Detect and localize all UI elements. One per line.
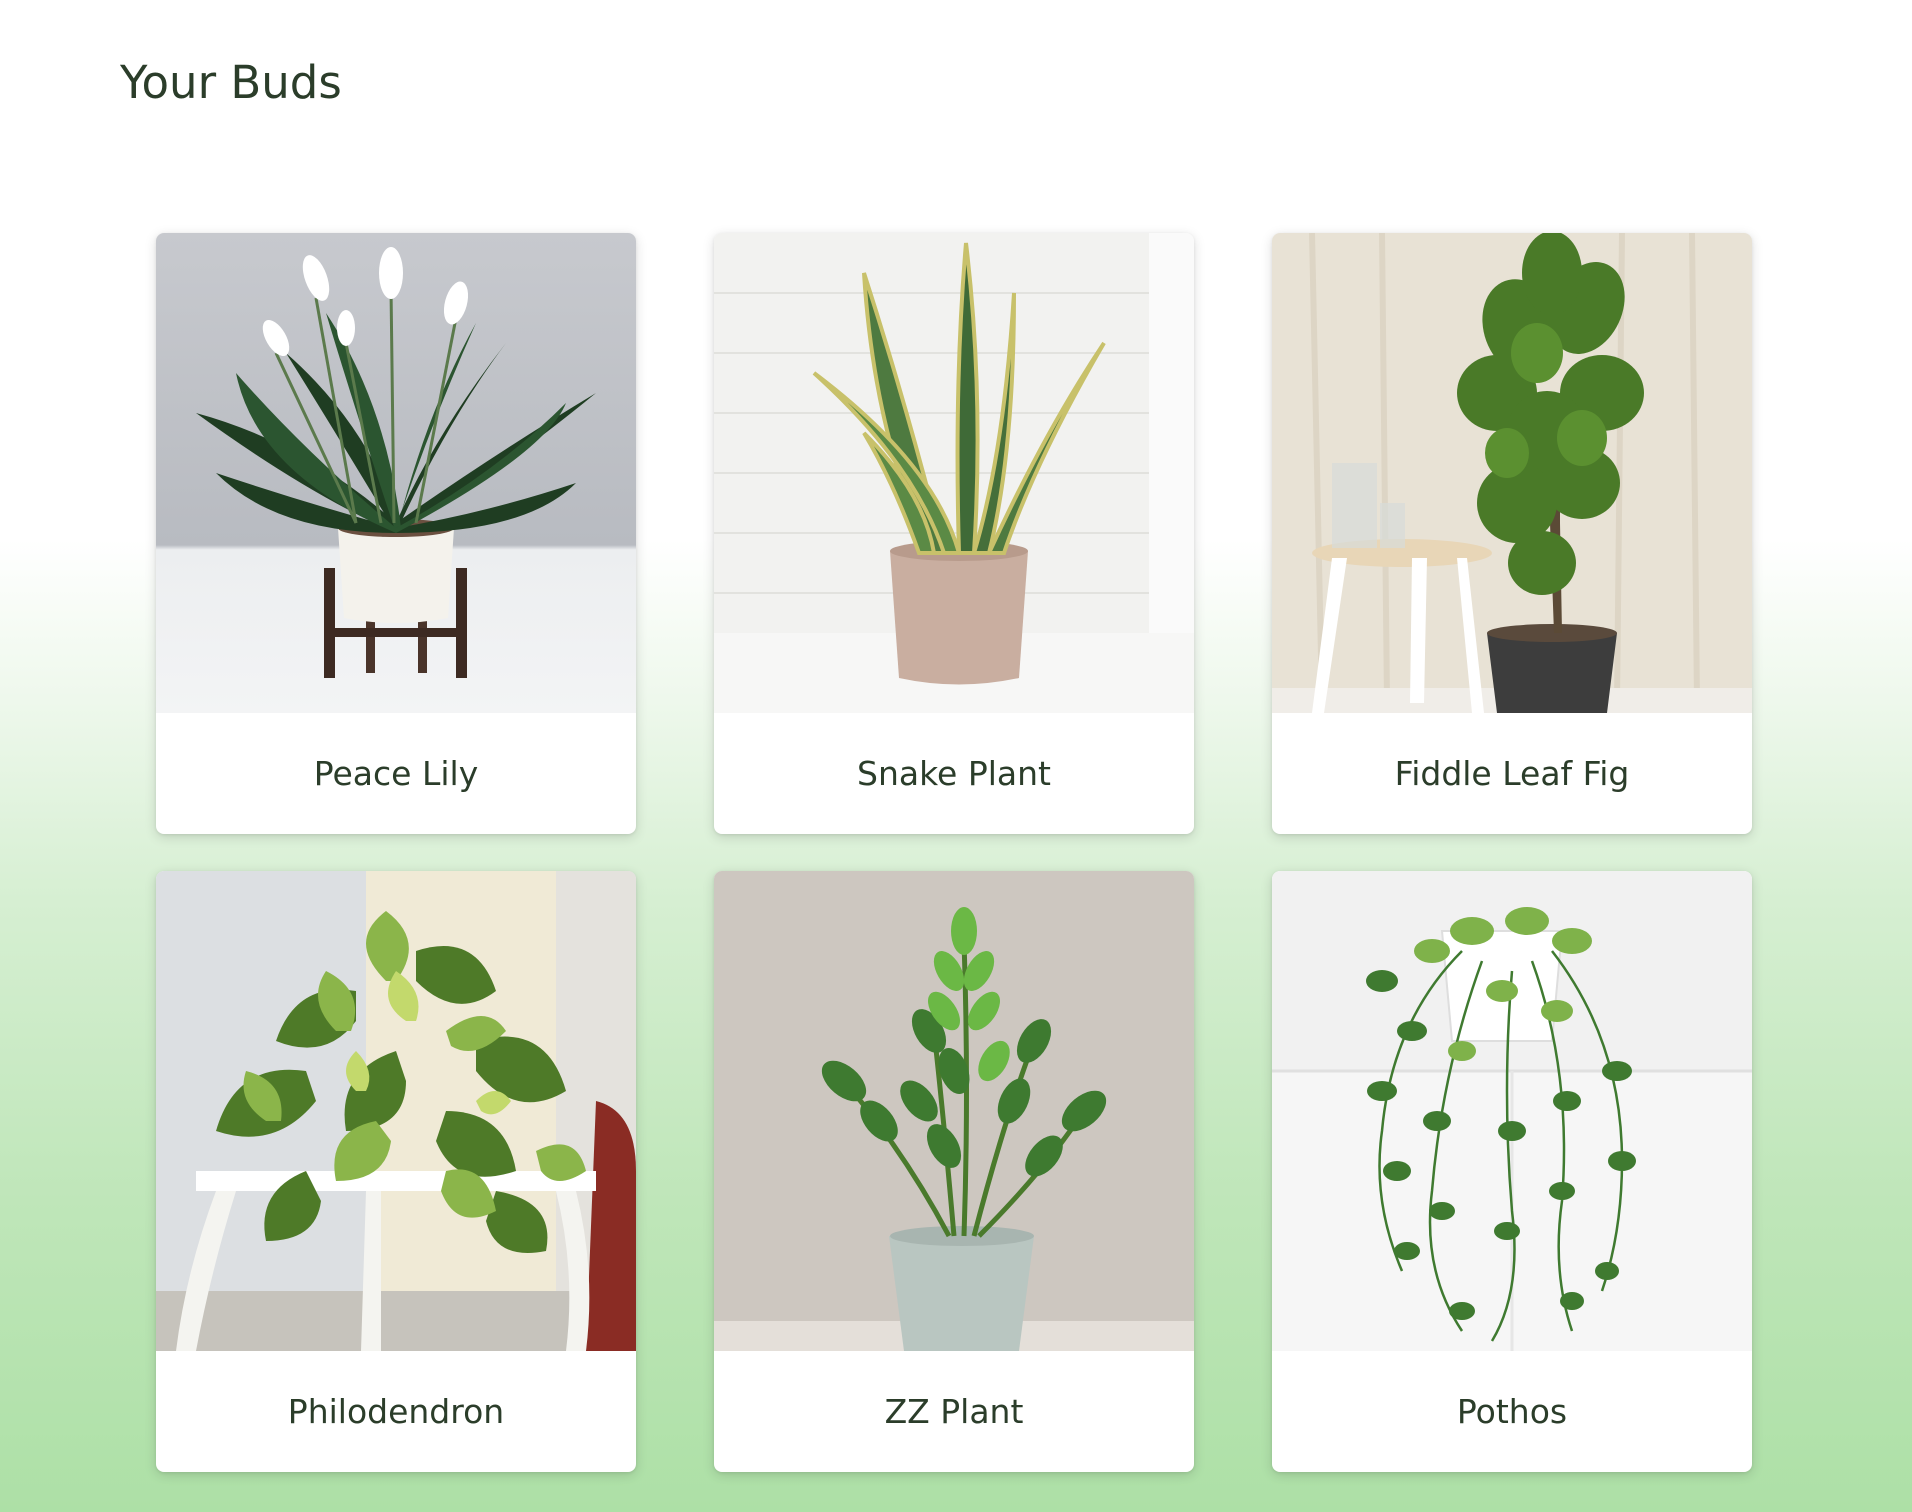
page-title: Your Buds	[120, 56, 342, 109]
plant-card-peace-lily[interactable]: Peace Lily	[156, 233, 636, 834]
zz-plant-image	[714, 871, 1194, 1351]
peace-lily-image	[156, 233, 636, 713]
plant-name: Philodendron	[287, 1392, 505, 1431]
plant-name: ZZ Plant	[884, 1392, 1024, 1431]
plant-name: Pothos	[1456, 1392, 1568, 1431]
plant-card-philodendron[interactable]: Philodendron	[156, 871, 636, 1472]
philodendron-image	[156, 871, 636, 1351]
plant-card-fiddle-leaf-fig[interactable]: Fiddle Leaf Fig	[1272, 233, 1752, 834]
plant-name: Peace Lily	[313, 754, 479, 793]
pothos-image	[1272, 871, 1752, 1351]
plant-grid: Peace Lily Snake Plant Fiddle Leaf Fig P…	[156, 233, 1752, 1472]
snake-plant-image	[714, 233, 1194, 713]
plant-card-pothos[interactable]: Pothos	[1272, 871, 1752, 1472]
plant-card-snake-plant[interactable]: Snake Plant	[714, 233, 1194, 834]
plant-name: Fiddle Leaf Fig	[1394, 754, 1630, 793]
fiddle-leaf-fig-image	[1272, 233, 1752, 713]
plant-card-zz-plant[interactable]: ZZ Plant	[714, 871, 1194, 1472]
plant-name: Snake Plant	[857, 754, 1051, 793]
